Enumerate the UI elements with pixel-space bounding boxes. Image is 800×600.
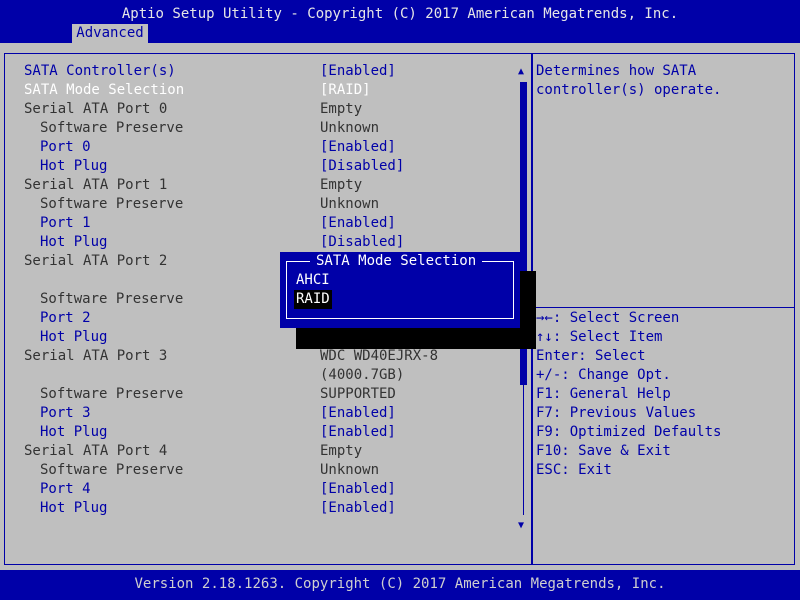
- tab-advanced[interactable]: Advanced: [72, 24, 148, 43]
- setting-port4-value[interactable]: [Enabled]: [320, 480, 396, 499]
- setting-sata-controllers-label[interactable]: SATA Controller(s): [24, 62, 176, 81]
- key-optimized-defaults: F9: Optimized Defaults: [536, 424, 722, 440]
- setting-sata-controllers-value[interactable]: [Enabled]: [320, 62, 396, 81]
- setting-port1-hotplug-value[interactable]: [Disabled]: [320, 233, 404, 252]
- key-general-help: F1: General Help: [536, 386, 671, 402]
- setting-port4-hotplug-label[interactable]: Hot Plug: [40, 499, 107, 518]
- popup-title: SATA Mode Selection: [310, 252, 483, 271]
- setting-port3-label[interactable]: Port 3: [40, 404, 91, 423]
- window-title: Aptio Setup Utility - Copyright (C) 2017…: [121, 6, 679, 22]
- key-previous-values: F7: Previous Values: [536, 405, 697, 421]
- setting-sata-mode-label[interactable]: SATA Mode Selection: [24, 81, 184, 100]
- help-divider: [533, 307, 795, 308]
- setting-port3-swpreserve-value: SUPPORTED: [320, 386, 396, 402]
- setting-port4-swpreserve-label: Software Preserve: [40, 462, 184, 478]
- setting-port3-header: Serial ATA Port 3: [24, 348, 168, 364]
- key-esc-exit: ESC: Exit: [536, 462, 612, 478]
- setting-port4-header: Serial ATA Port 4: [24, 443, 168, 459]
- setting-sata-mode-value[interactable]: [RAID]: [320, 81, 371, 100]
- scroll-down-arrow-icon[interactable]: ▼: [518, 521, 524, 531]
- setting-port0-status: Empty: [320, 101, 363, 117]
- setting-port0-hotplug-value[interactable]: [Disabled]: [320, 157, 404, 176]
- setting-port3-hotplug-value[interactable]: [Enabled]: [320, 423, 396, 442]
- popup-option-raid[interactable]: RAID: [294, 290, 332, 309]
- setting-port2-hotplug-label[interactable]: Hot Plug: [40, 328, 107, 347]
- setting-port3-value[interactable]: [Enabled]: [320, 404, 396, 423]
- key-save-exit: F10: Save & Exit: [536, 443, 671, 459]
- setting-port1-header: Serial ATA Port 1: [24, 177, 168, 193]
- setting-port1-swpreserve-value: Unknown: [320, 196, 380, 212]
- setting-port2-header: Serial ATA Port 2: [24, 253, 168, 269]
- setting-port0-hotplug-label[interactable]: Hot Plug: [40, 157, 107, 176]
- setting-port1-label[interactable]: Port 1: [40, 214, 91, 233]
- help-text-line-2: controller(s) operate.: [536, 82, 722, 98]
- setting-port4-label[interactable]: Port 4: [40, 480, 91, 499]
- setting-port4-status: Empty: [320, 443, 363, 459]
- setting-port1-hotplug-label[interactable]: Hot Plug: [40, 233, 107, 252]
- setting-port2-swpreserve-label: Software Preserve: [40, 291, 184, 307]
- setting-port1-status: Empty: [320, 177, 363, 193]
- popup-option-ahci[interactable]: AHCI: [294, 271, 332, 290]
- setting-port3-hotplug-label[interactable]: Hot Plug: [40, 423, 107, 442]
- footer-text: Version 2.18.1263. Copyright (C) 2017 Am…: [134, 576, 666, 592]
- key-change-opt: +/-: Change Opt.: [536, 367, 671, 383]
- scroll-up-arrow-icon[interactable]: ▲: [518, 67, 524, 77]
- setting-port2-label[interactable]: Port 2: [40, 309, 91, 328]
- setting-port0-swpreserve-label: Software Preserve: [40, 120, 184, 136]
- setting-port1-swpreserve-label: Software Preserve: [40, 196, 184, 212]
- setting-port4-hotplug-value[interactable]: [Enabled]: [320, 499, 396, 518]
- setting-port0-swpreserve-value: Unknown: [320, 120, 380, 136]
- key-select-item: ↑↓: Select Item: [536, 329, 663, 345]
- help-text-line-1: Determines how SATA: [536, 63, 697, 79]
- setting-port0-header: Serial ATA Port 0: [24, 101, 168, 117]
- key-enter-select: Enter: Select: [536, 348, 646, 364]
- setting-port3-swpreserve-label: Software Preserve: [40, 386, 184, 402]
- key-select-screen: →←: Select Screen: [536, 310, 680, 326]
- setting-port3-capacity: (4000.7GB): [320, 367, 405, 383]
- setting-port3-device: WDC WD40EJRX-8: [320, 348, 439, 364]
- setting-port1-value[interactable]: [Enabled]: [320, 214, 396, 233]
- setting-port0-value[interactable]: [Enabled]: [320, 138, 396, 157]
- setting-port4-swpreserve-value: Unknown: [320, 462, 380, 478]
- setting-port0-label[interactable]: Port 0: [40, 138, 91, 157]
- scrollbar-track[interactable]: [523, 385, 524, 515]
